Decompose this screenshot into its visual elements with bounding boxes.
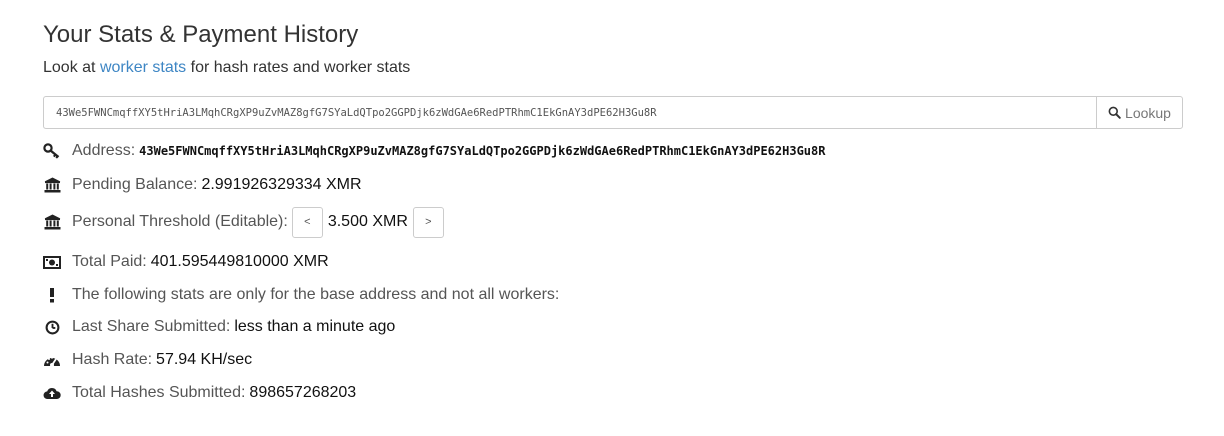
address-row: Address: 43We5FWNCmqffXY5tHriA3LMqhCRgXP… (43, 139, 825, 163)
last-share-value: less than a minute ago (234, 318, 396, 335)
bank-icon (43, 176, 61, 194)
total-paid-label: Total Paid: (72, 253, 147, 270)
threshold-value: 3.500 XMR (327, 213, 408, 230)
stats-panel: Your Stats & Payment History Look at wor… (0, 0, 1224, 129)
key-icon (43, 142, 61, 160)
last-share-label: Last Share Submitted: (72, 318, 231, 335)
page-title: Your Stats & Payment History (43, 21, 359, 48)
subtitle-prefix: Look at (43, 59, 100, 76)
pending-balance-value: 2.991926329334 XMR (201, 176, 362, 193)
total-hashes-label: Total Hashes Submitted: (72, 384, 246, 401)
pending-balance-row: Pending Balance: 2.991926329334 XMR (43, 173, 362, 197)
total-hashes-row: Total Hashes Submitted: 898657268203 (43, 381, 356, 405)
lookup-label: Lookup (1125, 104, 1171, 121)
cloud-upload-icon (43, 384, 61, 402)
lookup-button[interactable]: Lookup (1096, 96, 1183, 129)
exclamation-icon (43, 286, 61, 304)
money-icon (43, 253, 61, 271)
bank-icon (43, 213, 61, 231)
notice-row: The following stats are only for the bas… (43, 283, 563, 307)
address-search: Lookup (43, 96, 1183, 129)
clock-icon (43, 318, 61, 336)
pending-balance-label: Pending Balance: (72, 176, 198, 193)
threshold-increase-button[interactable]: > (412, 206, 444, 238)
threshold-decrease-button[interactable]: < (291, 206, 323, 238)
address-value: 43We5FWNCmqffXY5tHriA3LMqhCRgXP9uZvMAZ8g… (139, 144, 826, 158)
hash-rate-row: Hash Rate: 57.94 KH/sec (43, 348, 252, 372)
last-share-row: Last Share Submitted: less than a minute… (43, 315, 395, 339)
hash-rate-label: Hash Rate: (72, 351, 153, 368)
notice-text: The following stats are only for the bas… (72, 286, 560, 303)
hash-rate-value: 57.94 KH/sec (156, 351, 253, 368)
search-icon (1108, 106, 1121, 119)
address-input[interactable] (43, 96, 1096, 129)
threshold-label: Personal Threshold (Editable): (72, 213, 288, 230)
address-label: Address: (72, 142, 136, 159)
total-paid-value: 401.595449810000 XMR (150, 253, 329, 270)
subtitle-suffix: for hash rates and worker stats (186, 59, 411, 76)
total-paid-row: Total Paid: 401.595449810000 XMR (43, 250, 329, 274)
dashboard-icon (43, 351, 61, 369)
total-hashes-value: 898657268203 (249, 384, 357, 401)
page-subtitle: Look at worker stats for hash rates and … (43, 57, 1224, 79)
threshold-row: Personal Threshold (Editable): < 3.500 X… (43, 205, 444, 239)
worker-stats-link[interactable]: worker stats (100, 59, 186, 76)
